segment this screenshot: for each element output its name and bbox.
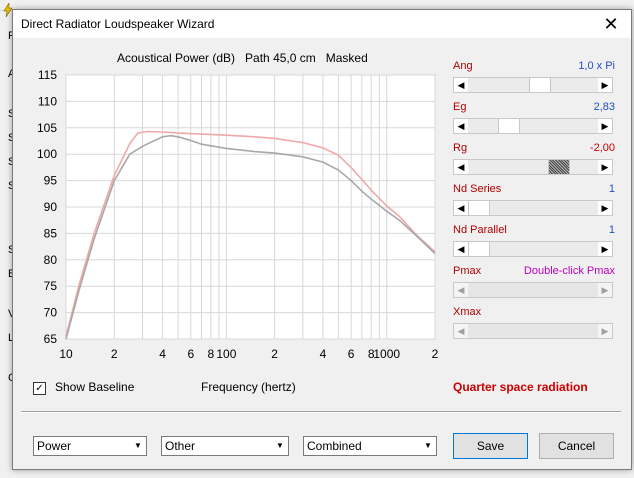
y-tick-label: 70: [44, 306, 58, 320]
y-tick-label: 85: [44, 226, 58, 240]
rg-slider-thumb[interactable]: [548, 160, 571, 174]
eg-left-arrow-icon[interactable]: ◀: [454, 119, 468, 133]
x-tick-label: 2: [111, 347, 118, 361]
xmax-left-arrow-icon: ◀: [454, 324, 468, 338]
rg-left-arrow-icon[interactable]: ◀: [454, 160, 468, 174]
nd-parallel-left-arrow-icon[interactable]: ◀: [454, 242, 468, 256]
y-tick-label: 75: [44, 279, 58, 293]
nd-series-left-arrow-icon[interactable]: ◀: [454, 201, 468, 215]
nd-parallel-slider-thumb[interactable]: [468, 242, 490, 256]
nd-series-slider[interactable]: ◀ ▶: [453, 200, 613, 216]
loudspeaker-wizard-dialog: Direct Radiator Loudspeaker Wizard ✕ Aco…: [12, 9, 632, 470]
rg-label: Rg: [453, 142, 468, 154]
ang-right-arrow-icon[interactable]: ▶: [598, 78, 612, 92]
eg-label: Eg: [453, 101, 467, 113]
radiation-mode-text: Quarter space radiation: [453, 380, 588, 394]
y-tick-label: 115: [38, 68, 57, 82]
ang-slider[interactable]: ◀ ▶: [453, 77, 613, 93]
chevron-down-icon[interactable]: ▼: [273, 438, 287, 454]
x-tick-label: 10: [59, 347, 73, 361]
ang-left-arrow-icon[interactable]: ◀: [454, 78, 468, 92]
other-dropdown-value: Other: [165, 439, 196, 453]
pmax-slider: ◀ ▶: [453, 282, 613, 298]
window-title: Direct Radiator Loudspeaker Wizard: [21, 17, 215, 31]
x-tick-label: 6: [187, 347, 194, 361]
ang-slider-thumb[interactable]: [528, 78, 551, 92]
rg-value: -2,00: [589, 142, 615, 154]
show-baseline-label[interactable]: Show Baseline: [55, 380, 134, 394]
nd-parallel-slider[interactable]: ◀ ▶: [453, 241, 613, 257]
eg-value: 2,83: [593, 101, 615, 113]
nd-series-right-arrow-icon[interactable]: ▶: [598, 201, 612, 215]
separator-line: [21, 411, 621, 413]
x-tick-label: 1000: [373, 347, 400, 361]
x-tick-label: 2: [271, 347, 278, 361]
ang-label: Ang: [453, 60, 473, 72]
nd-series-value: 1: [608, 183, 615, 195]
x-tick-label: 4: [320, 347, 327, 361]
chevron-down-icon[interactable]: ▼: [421, 438, 435, 454]
combined-dropdown-value: Combined: [307, 439, 362, 453]
y-tick-label: 110: [38, 94, 57, 108]
close-icon[interactable]: ✕: [597, 12, 625, 36]
pmax-left-arrow-icon: ◀: [454, 283, 468, 297]
y-tick-label: 95: [44, 174, 58, 188]
y-tick-label: 100: [37, 147, 57, 161]
power-dropdown-value: Power: [37, 439, 72, 453]
title-bar: Direct Radiator Loudspeaker Wizard ✕: [13, 10, 631, 38]
chevron-down-icon[interactable]: ▼: [131, 438, 145, 454]
eg-right-arrow-icon[interactable]: ▶: [598, 119, 612, 133]
other-dropdown[interactable]: Other ▼: [161, 436, 289, 456]
x-tick-label: 100: [216, 347, 236, 361]
x-axis-title: Frequency (hertz): [201, 380, 296, 394]
ang-value: 1,0 x Pi: [578, 60, 615, 72]
x-tick-label: 2: [432, 347, 439, 361]
pmax-right-arrow-icon: ▶: [598, 283, 612, 297]
y-tick-label: 90: [44, 200, 58, 214]
nd-parallel-label: Nd Parallel: [453, 224, 507, 236]
show-baseline-checkbox[interactable]: ✓: [33, 382, 46, 395]
pmax-label: Pmax: [453, 265, 482, 277]
y-tick-label: 65: [44, 332, 58, 346]
x-tick-label: 4: [159, 347, 166, 361]
nd-parallel-right-arrow-icon[interactable]: ▶: [598, 242, 612, 256]
xmax-label: Xmax: [453, 306, 482, 318]
dialog-client-area: Acoustical Power (dB) Path 45,0 cm Maske…: [13, 38, 631, 469]
rg-right-arrow-icon[interactable]: ▶: [598, 160, 612, 174]
nd-series-label: Nd Series: [453, 183, 502, 195]
pmax-value[interactable]: Double-click Pmax: [524, 265, 615, 277]
cancel-button[interactable]: Cancel: [539, 433, 614, 459]
nd-series-slider-thumb[interactable]: [468, 201, 490, 215]
nd-parallel-value: 1: [608, 224, 615, 236]
xmax-slider: ◀ ▶: [453, 323, 613, 339]
acoustical-power-chart: 6570758085909510010511011510 2 4 6 8 100 2 4 6 81…: [37, 68, 439, 361]
y-tick-label: 80: [44, 253, 58, 267]
save-button[interactable]: Save: [453, 433, 528, 459]
y-tick-label: 105: [37, 121, 57, 135]
rg-slider[interactable]: ◀ ▶: [453, 159, 613, 175]
power-dropdown[interactable]: Power ▼: [33, 436, 147, 456]
eg-slider[interactable]: ◀ ▶: [453, 118, 613, 134]
chart-title: Acoustical Power (dB) Path 45,0 cm Maske…: [117, 51, 368, 65]
eg-slider-thumb[interactable]: [497, 119, 520, 133]
combined-dropdown[interactable]: Combined ▼: [303, 436, 437, 456]
x-tick-label: 6: [348, 347, 355, 361]
x-tick-label: 8: [207, 347, 214, 361]
xmax-right-arrow-icon: ▶: [598, 324, 612, 338]
